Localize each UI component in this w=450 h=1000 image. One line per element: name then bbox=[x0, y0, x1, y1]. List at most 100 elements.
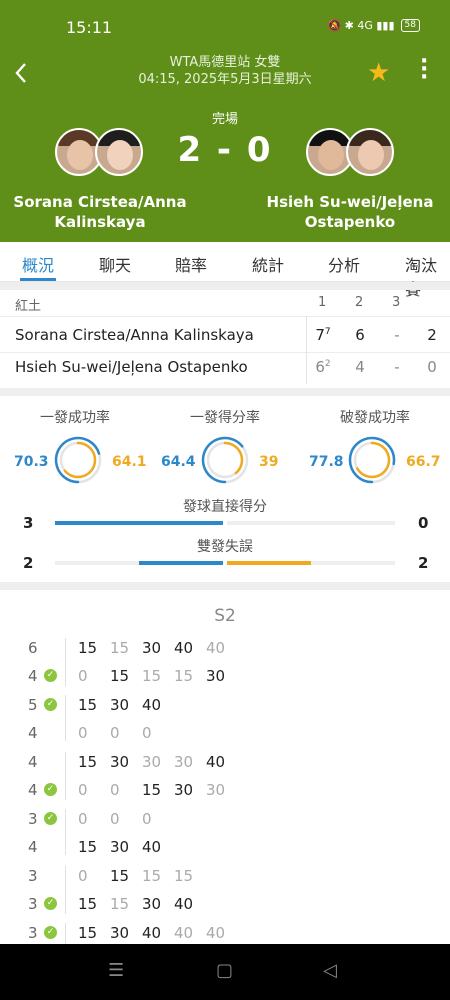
point-score: 40 bbox=[174, 895, 194, 913]
stat-label: 一發得分率 bbox=[190, 410, 260, 426]
check-icon: ✓ bbox=[44, 783, 57, 796]
point-sequence: 0 0 0 bbox=[78, 810, 174, 828]
ring-away bbox=[223, 441, 244, 475]
divider bbox=[0, 352, 450, 353]
point-score: 0 bbox=[142, 810, 152, 828]
avatar bbox=[95, 128, 143, 176]
team-name: Hsieh Su-wei/Jeļena Ostapenko bbox=[15, 358, 248, 376]
game-count: 4 bbox=[28, 724, 38, 742]
stat-home-value: 2 bbox=[23, 554, 34, 572]
point-row: 3 0 15 15 15 bbox=[0, 864, 450, 888]
point-score: 15 bbox=[110, 667, 130, 685]
point-sequence: 15 30 30 30 40 bbox=[78, 753, 238, 771]
point-score: 15 bbox=[78, 924, 98, 942]
point-score: 40 bbox=[142, 696, 162, 714]
set-score: - bbox=[394, 358, 400, 376]
stat-home-value: 70.3 bbox=[14, 454, 49, 470]
point-score: 0 bbox=[110, 781, 120, 799]
point-score: 15 bbox=[174, 667, 194, 685]
divider bbox=[65, 638, 66, 686]
star-icon[interactable]: ★ bbox=[367, 58, 390, 88]
point-score: 30 bbox=[110, 753, 130, 771]
point-score: 0 bbox=[78, 781, 88, 799]
match-stats: 一發成功率 一發得分率 破發成功率 70.3 64.1 64.4 39 77.8… bbox=[0, 395, 450, 579]
point-score: 40 bbox=[174, 924, 194, 942]
table-row: Sorana Cirstea/Anna Kalinskaya 77 6 - 2 bbox=[0, 320, 450, 352]
stat-label: 雙發失誤 bbox=[197, 539, 253, 555]
point-score: 30 bbox=[142, 895, 162, 913]
set-col-3: 3 bbox=[392, 295, 401, 310]
check-icon: ✓ bbox=[44, 897, 57, 910]
ring-away bbox=[356, 441, 391, 479]
point-row: 4 ✓ 0 0 15 30 30 bbox=[0, 778, 450, 802]
point-score: 40 bbox=[206, 639, 226, 657]
avatar bbox=[346, 128, 394, 176]
point-sequence: 0 15 15 15 30 bbox=[78, 667, 238, 685]
system-nav-bar: ☰ ▢ ◁ bbox=[0, 944, 450, 1000]
point-score: 0 bbox=[110, 724, 120, 742]
check-icon: ✓ bbox=[44, 698, 57, 711]
stat-home-value: 77.8 bbox=[309, 454, 344, 470]
point-score: 15 bbox=[78, 696, 98, 714]
point-score: 30 bbox=[142, 639, 162, 657]
menu-icon[interactable]: ☰ bbox=[108, 960, 124, 981]
point-score: 40 bbox=[206, 924, 226, 942]
bar-fill-away bbox=[227, 561, 311, 565]
point-sequence: 15 15 30 40 bbox=[78, 895, 206, 913]
stat-label: 破發成功率 bbox=[340, 410, 410, 426]
divider bbox=[65, 752, 66, 800]
tab-stats[interactable]: 統計 bbox=[252, 252, 284, 276]
home-icon[interactable]: ▢ bbox=[216, 960, 233, 981]
point-score: 15 bbox=[78, 753, 98, 771]
point-score: 40 bbox=[174, 639, 194, 657]
point-score: 15 bbox=[78, 639, 98, 657]
point-score: 30 bbox=[110, 696, 130, 714]
point-score: 15 bbox=[174, 867, 194, 885]
divider bbox=[65, 866, 66, 914]
point-row: 3 ✓ 15 30 40 40 40 bbox=[0, 921, 450, 944]
away-team-name[interactable]: Hsieh Su-wei/Jeļena Ostapenko bbox=[250, 192, 450, 232]
match-status: 完場 bbox=[211, 112, 238, 127]
point-row: 4 ✓ 0 15 15 15 30 bbox=[0, 664, 450, 688]
more-icon[interactable]: · · · bbox=[420, 51, 428, 89]
point-score: 30 bbox=[174, 781, 194, 799]
point-score: 15 bbox=[142, 867, 162, 885]
stat-away-value: 64.1 bbox=[112, 454, 147, 470]
tab-chat[interactable]: 聊天 bbox=[99, 252, 131, 276]
clock: 15:11 bbox=[66, 18, 113, 37]
game-count: 6 bbox=[28, 639, 38, 657]
tab-analysis[interactable]: 分析 bbox=[328, 252, 360, 276]
set-score: 77 bbox=[315, 326, 331, 344]
tab-odds[interactable]: 賠率 bbox=[175, 252, 207, 276]
game-count: 3 bbox=[28, 867, 38, 885]
sets-won: 0 bbox=[427, 358, 437, 376]
point-score: 0 bbox=[78, 667, 88, 685]
stat-label: 發球直接得分 bbox=[183, 499, 267, 515]
divider bbox=[65, 809, 66, 855]
stat-home-value: 64.4 bbox=[161, 454, 196, 470]
signal-icons: 🔕 ✱ 4G ▮▮▮ bbox=[327, 19, 395, 32]
point-score: 30 bbox=[110, 838, 130, 856]
divider bbox=[0, 582, 450, 590]
battery-icon: 58 bbox=[400, 19, 420, 32]
stat-ring bbox=[201, 436, 249, 484]
bar-track bbox=[227, 521, 395, 525]
set-col-2: 2 bbox=[355, 295, 364, 310]
divider bbox=[0, 282, 450, 290]
point-score: 15 bbox=[78, 895, 98, 913]
team-name: Sorana Cirstea/Anna Kalinskaya bbox=[15, 326, 254, 344]
tab-overview[interactable]: 概況 bbox=[22, 252, 54, 276]
sets-won: 2 bbox=[427, 326, 437, 344]
home-team-name[interactable]: Sorana Cirstea/Anna Kalinskaya bbox=[0, 192, 200, 232]
game-count: 4 bbox=[28, 838, 38, 856]
bar-fill-home bbox=[55, 521, 223, 525]
point-score: 30 bbox=[142, 753, 162, 771]
point-score: 40 bbox=[142, 924, 162, 942]
point-score: 15 bbox=[110, 867, 130, 885]
back-nav-icon[interactable]: ◁ bbox=[323, 960, 337, 981]
point-score: 0 bbox=[110, 810, 120, 828]
set-col-1: 1 bbox=[318, 295, 327, 310]
stat-away-value: 39 bbox=[259, 454, 279, 470]
set-score: 62 bbox=[315, 358, 331, 376]
point-by-point: S2 6 15 15 30 40 40 4 ✓ 0 15 15 15 30 5 ✓ 15 30 40 4 0 0 0 4 15… bbox=[0, 592, 450, 944]
